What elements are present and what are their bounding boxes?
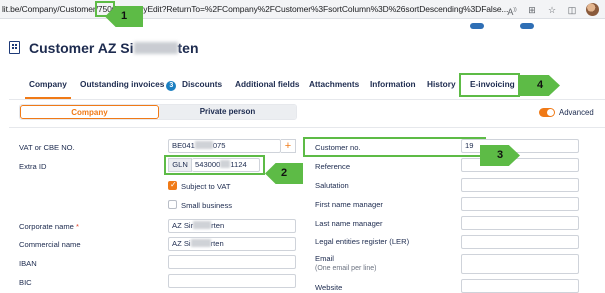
extra-id-highlight [164,155,265,175]
e-invoicing-highlight [459,73,520,97]
corporate-name-input[interactable]: AZ Sir rten [168,219,296,233]
add-vat-button[interactable]: + [281,139,296,153]
callout-2: 2 [265,163,303,184]
page-header: Customer AZ Si ten [0,19,605,71]
email-hint: (One email per line) [315,265,377,272]
last-name-manager-input[interactable] [461,216,579,230]
vat-label: VAT or CBE NO. [19,143,75,152]
redacted-blur [193,221,212,229]
invoice-count-badge: 3 [166,81,177,91]
commercial-name-label: Commercial name [19,240,81,249]
corporate-name-text: Corporate name [19,222,74,231]
iban-input[interactable] [168,255,296,269]
small-business-checkbox[interactable] [168,200,177,209]
redacted-blur [190,239,211,247]
segment-private-person[interactable]: Private person [159,105,296,119]
read-aloud-icon[interactable]: A)) [506,4,518,17]
email-label-text: Email [315,254,334,263]
vat-value-end: 075 [212,141,226,150]
legal-entities-register-input[interactable] [461,235,579,249]
title-end: ten [177,40,199,56]
legal-entities-register-label: Legal entities register (LER) [315,237,410,246]
email-label: Email (One email per line) [315,254,376,272]
segment-company[interactable]: Company [20,105,159,119]
vat-value-start: BE041 [172,141,195,150]
page-title: Customer AZ Si ten [29,40,199,56]
section-divider [9,127,605,128]
header-decoration [470,23,484,29]
commercial-name-end: rten [210,239,224,248]
website-label: Website [315,283,343,292]
subject-to-vat-checkbox[interactable] [168,180,177,190]
advanced-label: Advanced [559,108,594,117]
small-business-label: Small business [181,201,233,210]
salutation-label: Salutation [315,181,349,190]
tab-information[interactable]: Information [370,79,416,89]
salutation-input[interactable] [461,178,579,192]
url-prefix: lit.be/Company/Customer/ [2,4,98,14]
first-name-manager-input[interactable] [461,197,579,211]
split-screen-icon[interactable]: ◫ [566,4,578,16]
commercial-name-start: AZ Si [172,239,191,248]
tab-history[interactable]: History [427,79,456,89]
tab-label: Outstanding invoices [80,79,165,89]
tab-attachments[interactable]: Attachments [309,79,359,89]
corporate-name-end: rten [211,221,225,230]
subject-to-vat-label: Subject to VAT [181,182,231,191]
required-mark: * [76,222,79,231]
commercial-name-input[interactable]: AZ Si rten [168,237,296,251]
browser-address-bar[interactable]: lit.be/Company/Customer/750CompanyEdit?R… [0,0,605,19]
reference-input[interactable] [461,158,579,172]
bic-label: BIC [19,278,32,287]
tab-company[interactable]: Company [25,79,71,99]
reader-mode-icon[interactable]: ⊞ [526,4,538,16]
advanced-toggle[interactable] [539,108,555,117]
company-type-switch: Company Private person [19,104,297,120]
iban-label: IBAN [19,259,37,268]
favorite-star-icon[interactable]: ☆ [546,4,558,16]
building-icon [9,41,20,54]
profile-avatar[interactable] [586,3,599,16]
email-textarea[interactable] [461,254,579,274]
redacted-blur [133,42,178,54]
bic-input[interactable] [168,274,296,288]
tab-discounts[interactable]: Discounts [182,79,222,89]
title-start: Customer AZ Si [29,40,134,56]
customer-no-input[interactable]: 19 [461,139,579,153]
extra-id-label: Extra ID [19,162,47,171]
redacted-blur [194,141,213,149]
last-name-manager-label: Last name manager [315,219,383,228]
first-name-manager-label: First name manager [315,200,383,209]
tab-additional-fields[interactable]: Additional fields [235,79,300,89]
url-text[interactable]: lit.be/Company/Customer/750CompanyEdit?R… [2,1,509,17]
tab-outstanding-invoices[interactable]: Outstanding invoices 3 [80,79,177,91]
website-input[interactable] [461,279,579,293]
corporate-name-label: Corporate name * [19,222,79,231]
header-decoration [520,23,534,29]
reference-label: Reference [315,162,351,171]
url-suffix: CompanyEdit?ReturnTo=%2FCompany%2FCustom… [111,4,509,14]
corporate-name-start: AZ Sir [172,221,194,230]
customer-no-label-highlight [303,137,486,157]
vat-input[interactable]: BE041 075 [168,139,281,153]
